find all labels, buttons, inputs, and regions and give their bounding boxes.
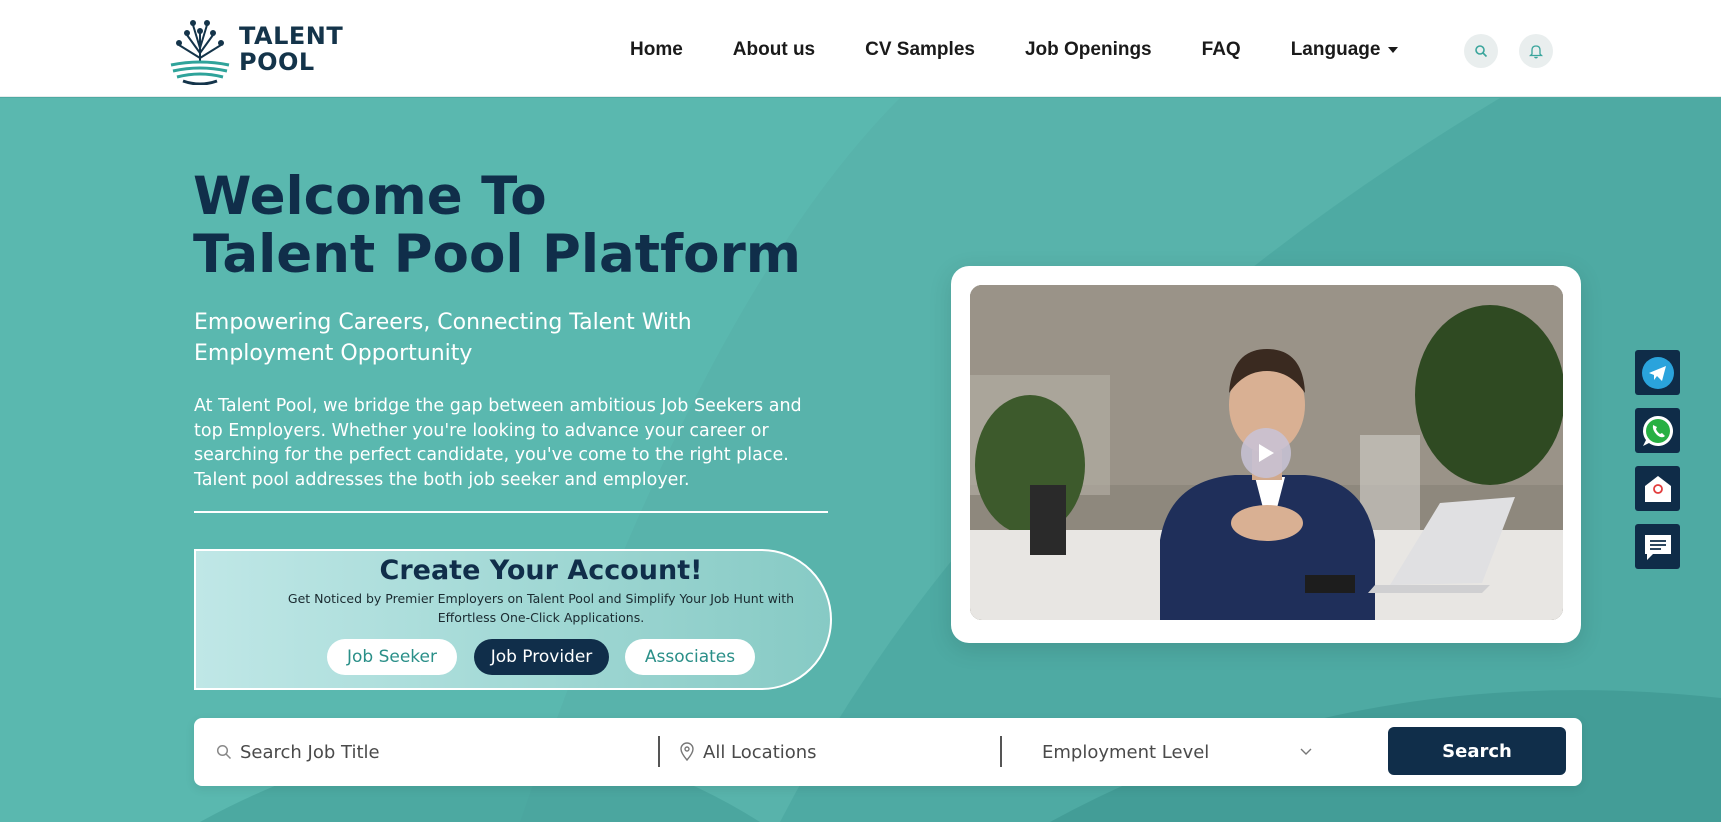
site-header: TALENT POOL Home About us CV Samples Job… — [0, 0, 1721, 97]
brand-logo[interactable]: TALENT POOL — [167, 12, 347, 86]
brand-name: TALENT POOL — [239, 23, 343, 75]
search-icon — [1475, 45, 1488, 58]
create-account-card: Create Your Account! Get Noticed by Prem… — [194, 549, 832, 690]
chat-button[interactable] — [1635, 524, 1680, 569]
employment-level-select[interactable]: Employment Level — [1042, 718, 1312, 786]
job-seeker-button[interactable]: Job Seeker — [327, 639, 457, 675]
create-account-text: Get Noticed by Premier Employers on Tale… — [287, 591, 795, 625]
language-dropdown[interactable]: Language — [1291, 39, 1399, 61]
hero-title-line2: Talent Pool Platform — [193, 224, 801, 285]
whatsapp-icon — [1642, 415, 1673, 446]
nav-faq[interactable]: FAQ — [1202, 39, 1241, 61]
tree-logo-icon — [170, 20, 230, 85]
nav-about[interactable]: About us — [733, 39, 815, 61]
telegram-button[interactable] — [1635, 350, 1680, 395]
hero-subtitle: Empowering Careers, Connecting Talent Wi… — [194, 310, 692, 366]
play-icon — [1259, 444, 1274, 462]
associates-button[interactable]: Associates — [625, 639, 755, 675]
nav-home[interactable]: Home — [630, 39, 683, 61]
nav-job-openings[interactable]: Job Openings — [1025, 39, 1152, 61]
language-label: Language — [1290, 39, 1381, 60]
email-button[interactable] — [1635, 466, 1680, 511]
create-account-title: Create Your Account! — [379, 555, 703, 586]
caret-down-icon — [1388, 47, 1399, 53]
search-button[interactable]: Search — [1388, 727, 1566, 775]
brand-line2: POOL — [239, 48, 315, 76]
video-card — [951, 266, 1581, 643]
hero-divider — [194, 511, 828, 513]
search-separator — [658, 736, 660, 767]
hero-title: Welcome To Talent Pool Platform — [193, 168, 833, 284]
hero-description: At Talent Pool, we bridge the gap betwee… — [194, 396, 802, 490]
location-placeholder: All Locations — [703, 741, 817, 763]
search-icon — [216, 744, 232, 760]
header-search-button[interactable] — [1464, 34, 1498, 68]
employment-level-label: Employment Level — [1042, 741, 1210, 763]
email-icon — [1644, 475, 1671, 502]
location-field[interactable]: All Locations — [679, 718, 979, 786]
job-title-field[interactable]: Search Job Title — [216, 718, 636, 786]
notifications-button[interactable] — [1519, 34, 1553, 68]
chevron-down-icon — [1300, 748, 1312, 755]
job-title-placeholder: Search Job Title — [240, 741, 380, 763]
intro-video[interactable] — [970, 285, 1563, 620]
whatsapp-button[interactable] — [1635, 408, 1680, 453]
nav-cv-samples[interactable]: CV Samples — [865, 39, 975, 61]
chat-icon — [1644, 534, 1671, 560]
bell-icon — [1529, 44, 1543, 58]
search-separator — [1000, 736, 1002, 767]
location-pin-icon — [680, 742, 694, 762]
telegram-icon — [1641, 356, 1674, 389]
play-button[interactable] — [1241, 428, 1291, 478]
main-nav: Home About us CV Samples Job Openings FA… — [630, 30, 1399, 70]
brand-line1: TALENT — [239, 22, 344, 50]
job-provider-button[interactable]: Job Provider — [474, 639, 609, 675]
hero-title-line1: Welcome To — [193, 166, 547, 227]
job-search-bar: Search Job Title All Locations Employmen… — [194, 718, 1582, 786]
